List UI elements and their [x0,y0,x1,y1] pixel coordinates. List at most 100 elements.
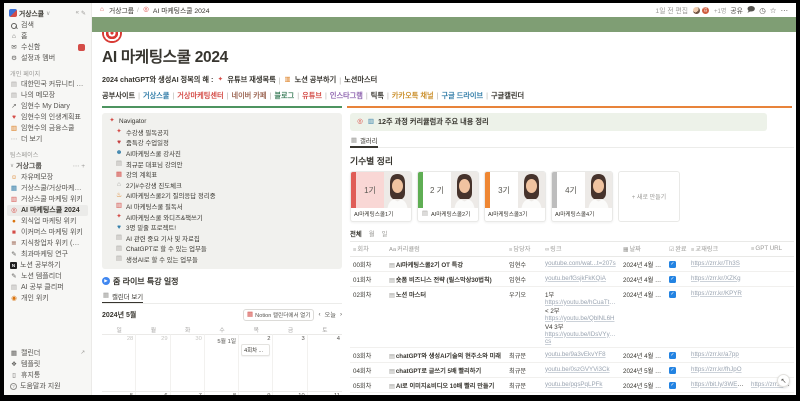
cell-book-link[interactable]: https://zrr.kr/XZKg [688,272,748,287]
sidebar-page-더 보기[interactable]: ⋯더 보기 [7,134,88,145]
book-url[interactable]: https://zrr.kr/fhJpO [691,366,742,373]
link-url[interactable]: youtu.be/pqsPqLPFk [545,381,602,388]
calendar-day-cell[interactable]: 10 [273,391,307,395]
calendar-day-cell[interactable]: 95회차 ... [239,391,273,395]
navigator-item[interactable]: ▤ChatGPT로 할 수 있는 업무들 [108,244,336,255]
cell-gpt-url[interactable] [748,272,794,287]
more-icon[interactable]: ⋯ [73,162,80,170]
navigator-item[interactable]: ▥AI 마케팅스쿨 필독서 [108,201,336,212]
subtitle-link[interactable]: 유튜브 재생목록 [227,75,275,85]
book-url[interactable]: https://bit.ly/3WE3hJv [691,381,748,388]
cell-title[interactable]: ▤숏폼 비즈니스 전략 (릴스막상30법칙) [386,272,506,287]
calendar-event-chip[interactable]: 4회차 ... [241,344,270,356]
cell-title[interactable]: ▤노션 마스터 [386,287,506,348]
sidebar-teampage-노션 템플리더[interactable]: ✎노션 템플리더 [7,271,88,282]
navigator-item[interactable]: ▤생성AI로 할 수 있는 업무들 [108,254,336,265]
quick-link-카카오톡 채널[interactable]: 카카오톡 채널 [392,91,434,101]
calendar-day-cell[interactable]: 4 [308,334,342,391]
cell-link[interactable]: youtu.be/4cC2nkZh4j0 [542,393,620,396]
quick-link-구글캘린더[interactable]: 구글캘린더 [491,91,524,101]
page-icon-target[interactable] [102,32,122,43]
sidebar-footer-캘린더[interactable]: ▦캘린더↗ [7,348,88,359]
sidebar-footer-휴지통[interactable]: ▯휴지통 [7,370,88,381]
cell-book-link[interactable]: https://zrr.kr/Th3S [688,257,748,272]
cell-date[interactable]: 2024년 4월 11일 [620,272,666,287]
cell-date[interactable]: 2024년 4월 4일 [620,257,666,272]
sidebar-item-수신함[interactable]: ✉수신함 [7,42,88,53]
sidebar-item-검색[interactable]: 검색 [7,20,88,31]
calendar-next-button[interactable]: › [340,311,342,318]
navigator-item[interactable]: ▦강의 계획표 [108,169,336,180]
link-url[interactable]: V4 3부 [545,322,617,331]
table-view-tab-전체[interactable]: 전체 [350,229,362,238]
done-checkbox[interactable]: ✓ [669,291,676,298]
cell-done[interactable]: ✓ [666,287,688,348]
calendar-day-cell[interactable]: 3 [273,334,307,391]
sidebar-item-설정과 멤버[interactable]: ⚙설정과 멤버 [7,53,88,64]
book-url[interactable]: https://zrr.kr/Th3S [691,260,740,267]
breadcrumb-page[interactable]: AI 마케팅스쿨 2024 [153,5,210,15]
column-header-회차[interactable]: ≡회차 [350,242,386,257]
sidebar-teampage-외식업 마케팅 위키[interactable]: ●외식업 마케팅 위키 [7,216,88,227]
cell-link[interactable]: youtu.be/fGsjkFkKQiA [542,272,620,287]
workspace-switcher[interactable]: 거상스쿨 ∨ « ✎ [7,6,88,20]
link-url[interactable]: youtu.be/0szGVYVi3Ck [545,366,610,373]
sidebar-page-대한민국 커뮤니티 사이트 순..[interactable]: ▤대한민국 커뮤니티 사이트 순.. [7,79,88,90]
cell-book-link[interactable]: https://zrr.kr/KPYR [688,287,748,348]
link-url[interactable]: https://youtu.be/hCuaTtgh2Z [545,299,617,306]
navigator-item[interactable]: ✦AI마케팅스쿨 와디즈&책쓰기 [108,212,336,223]
quick-link-유튜브[interactable]: 유튜브 [302,91,322,101]
navigator-item[interactable]: ♨AI마케팅스쿨2기 질의응답 정리중 [108,191,336,202]
cell-done[interactable]: ✓ [666,378,688,393]
cell-book-link[interactable]: https://zrr.kr/a7pp [688,348,748,363]
column-header-교재링크[interactable]: ≡교재링크 [688,242,748,257]
cell-book-link[interactable]: https://zrr.kr/fhJpO [688,363,748,378]
column-header-링크[interactable]: ∞링크 [542,242,620,257]
calendar-day-cell[interactable]: 11 [308,391,342,395]
star-icon[interactable]: ☆ [770,6,777,15]
quick-link-인스타그램[interactable]: 인스타그램 [330,91,363,101]
gallery-card-AI마케팅스쿨2기[interactable]: 2 기▤AI마케팅스쿨2기 [417,171,479,222]
subtitle-link[interactable]: 노션마스터 [344,75,377,85]
quick-link-거상스쿨[interactable]: 거상스쿨 [143,91,169,101]
sidebar-teampage-이커머스 마케팅 위키[interactable]: ■이커머스 마케팅 위키 [7,227,88,238]
cell-owner[interactable]: 임현수 [506,272,542,287]
quick-link-공부사이트[interactable]: 공부사이트 [102,91,135,101]
collapse-sidebar-icon[interactable]: « [76,10,79,16]
cell-link[interactable]: youtu.be/9a3vEkvYF8 [542,348,620,363]
done-checkbox[interactable]: ✓ [669,367,676,374]
cell-session[interactable]: 04회차 [350,363,386,378]
column-header-완료[interactable]: ☑완료 [666,242,688,257]
sidebar-teampage-AI 마케팅스쿨 2024[interactable]: ◎AI 마케팅스쿨 2024 [7,205,88,216]
comments-icon[interactable]: 🗩 [747,4,755,17]
sidebar-teampage-지식창업자 위키 (강사)[interactable]: ≣지식창업자 위키 (강사) [7,238,88,249]
navigator-item[interactable]: ♥3명 밑줄 프로젝트! [108,222,336,233]
cell-title[interactable]: ▤AI마케팅스쿨2기 OT 특강 [386,257,506,272]
cell-done[interactable]: ✓ [666,348,688,363]
cell-done[interactable]: ✓ [666,272,688,287]
history-icon[interactable]: ◷ [759,6,766,15]
new-card-button[interactable]: + 새로 만들기 [618,171,680,222]
cell-gpt-url[interactable] [748,287,794,348]
cell-session[interactable]: 00회차 [350,257,386,272]
quick-link-틱톡[interactable]: 틱톡 [371,91,384,101]
link-url[interactable]: https://youtu.be/IDsVYyRY-cs [545,331,617,345]
sidebar-teampage-거상스쿨/거상마케팅센터[interactable]: ▦거상스쿨/거상마케팅센터 [7,183,88,194]
tab-gallery-view[interactable]: ▦ 갤러리 [350,136,378,145]
book-url[interactable]: https://zrr.kr/XZKg [691,275,741,282]
quick-link-구글 드라이브[interactable]: 구글 드라이브 [441,91,483,101]
cell-date[interactable]: 2024년 5월 16일 [620,393,666,396]
navigator-item[interactable]: ⌂2기#수강생 진도체크 [108,180,336,191]
link-url[interactable]: youtube.com/wat...t=207s [545,260,616,267]
open-notion-calendar-button[interactable]: ▦ Notion 캘린더에서 열기 [243,309,314,321]
cell-session[interactable]: 03회차 [350,348,386,363]
sidebar-page-임현수의 금융스쿨[interactable]: ▥임현수의 금융스쿨 [7,123,88,134]
calendar-today-button[interactable]: 오늘 [325,310,336,319]
calendar-day-cell[interactable]: 5 [102,391,136,395]
navigator-item[interactable]: ✦수강생 필독공지 [108,127,336,138]
more-icon[interactable]: ⋯ [781,6,789,15]
page-cover[interactable] [92,17,796,32]
cell-done[interactable]: ✓ [666,257,688,272]
cell-title[interactable]: ▤AI를 광고 마케팅에 활용하는 실무 팁들 [386,393,506,396]
cell-title[interactable]: ▤chatGPT와 생성AI기술의 현주소와 미래 [386,348,506,363]
